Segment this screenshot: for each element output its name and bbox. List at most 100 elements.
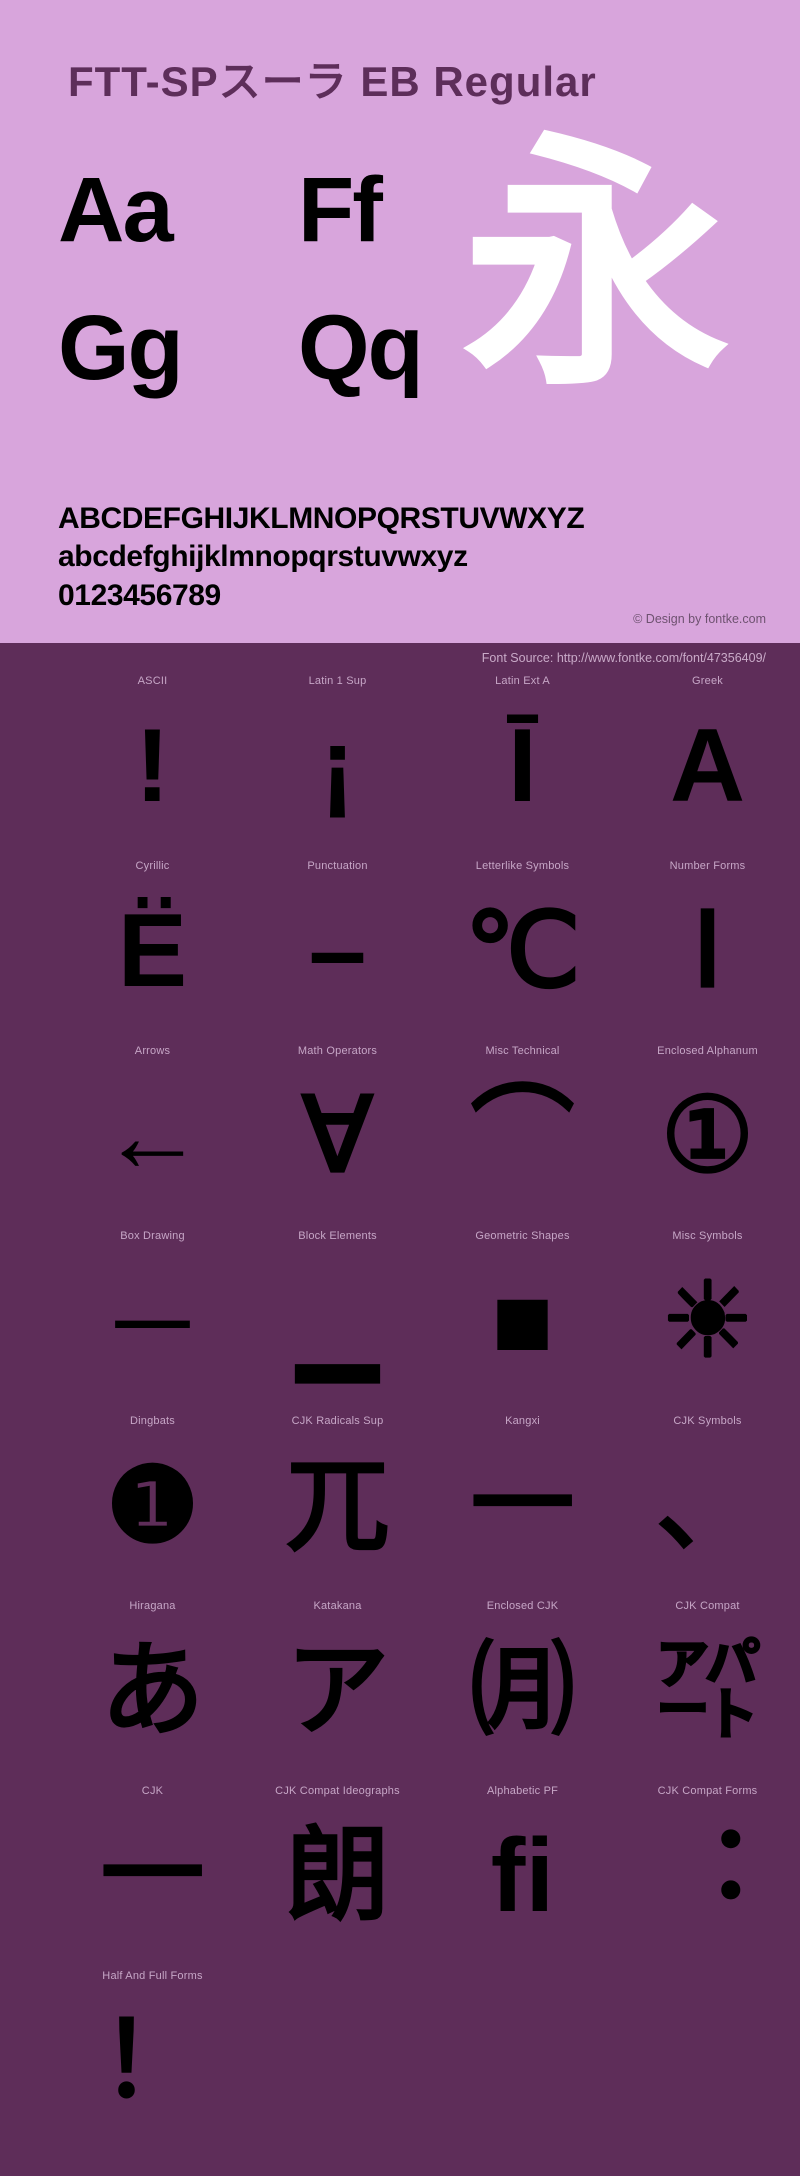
alphabet-lowercase-line: abcdefghijklmnopqrstuvwxyz xyxy=(58,540,468,574)
unicode-block-glyph: ！ xyxy=(100,2003,205,2119)
alphabet-digits-line: 0123456789 xyxy=(58,578,221,612)
unicode-block-glyph: ❶ xyxy=(105,1448,200,1564)
unicode-block-label: Block Elements xyxy=(298,1230,377,1242)
unicode-block-label: Math Operators xyxy=(297,1045,378,1057)
design-credit: © Design by fontke.com xyxy=(633,612,766,626)
unicode-block-glyph: ﬁ xyxy=(490,1818,555,1934)
unicode-block-cell[interactable]: Enclosed Alphanum ① xyxy=(615,1041,800,1226)
unicode-block-cell[interactable]: Latin 1 Sup ¡ xyxy=(245,671,430,856)
unicode-block-label: Latin Ext A xyxy=(495,675,550,687)
unicode-block-glyph: ⌒ xyxy=(470,1078,575,1194)
unicode-block-cell[interactable]: Misc Symbols ☀ xyxy=(615,1226,800,1411)
sample-glyph-gg: Gg xyxy=(58,297,184,399)
unicode-block-cell[interactable]: CJK Symbols 、 xyxy=(615,1411,800,1596)
font-title: FTT-SPスーラ EB Regular xyxy=(68,58,597,105)
unicode-block-glyph: ︓ xyxy=(655,1818,760,1934)
unicode-block-cell[interactable]: Geometric Shapes ■ xyxy=(430,1226,615,1411)
alphabet-uppercase-line: ABCDEFGHIJKLMNOPQRSTUVWXYZ xyxy=(58,502,585,535)
unicode-block-label: Number Forms xyxy=(669,860,746,872)
unicode-block-glyph: ¡ xyxy=(320,708,355,824)
unicode-block-cell[interactable]: Dingbats ❶ xyxy=(60,1411,245,1596)
unicode-block-cell[interactable]: ASCII! xyxy=(60,671,245,856)
unicode-block-row: CJK 一 CJK Compat Ideographs 朗 Alphabetic PF ﬁ… xyxy=(0,1781,800,1966)
sample-glyph-qq: Qq xyxy=(298,297,424,399)
unicode-block-cell[interactable]: Cyrillic Ё xyxy=(60,856,245,1041)
unicode-block-label: Half And Full Forms xyxy=(102,1970,203,1982)
unicode-block-label: ASCII xyxy=(137,675,168,687)
unicode-block-cell[interactable]: Punctuation – xyxy=(245,856,430,1041)
font-source-link[interactable]: Font Source: http://www.fontke.com/font/… xyxy=(482,651,766,665)
unicode-block-label: Box Drawing xyxy=(120,1230,185,1242)
unicode-block-cell[interactable]: Misc Technical ⌒ xyxy=(430,1041,615,1226)
unicode-block-label: CJK Symbols xyxy=(673,1415,742,1427)
unicode-block-cell[interactable]: Letterlike Symbols ℃ xyxy=(430,856,615,1041)
unicode-block-cell[interactable]: CJK Compat Ideographs 朗 xyxy=(245,1781,430,1966)
unicode-block-label: Alphabetic PF xyxy=(486,1785,559,1797)
unicode-block-glyph: ▁ xyxy=(297,1263,378,1379)
unicode-block-label: Hiragana xyxy=(129,1600,176,1612)
unicode-block-row: Cyrillic Ё Punctuation – Letterlike Symbols ℃… xyxy=(0,856,800,1041)
unicode-block-glyph: ☀ xyxy=(660,1263,755,1379)
unicode-block-label: Enclosed CJK xyxy=(486,1600,559,1612)
unicode-block-glyph: Α xyxy=(669,708,746,824)
unicode-block-cell[interactable]: Hiragana あ xyxy=(60,1596,245,1781)
unicode-block-cell[interactable]: CJK Compat ㌀ xyxy=(615,1596,800,1781)
unicode-block-glyph: ∀ xyxy=(301,1078,374,1194)
unicode-block-label: Greek xyxy=(692,675,723,687)
unicode-block-glyph: 、 xyxy=(655,1448,760,1564)
unicode-block-row: Box Drawing ─ Block Elements ▁ Geometric Sha… xyxy=(0,1226,800,1411)
unicode-block-cell[interactable]: Math Operators ∀ xyxy=(245,1041,430,1226)
unicode-block-glyph: ─ xyxy=(115,1263,190,1379)
unicode-block-glyph: 兀 xyxy=(285,1448,390,1564)
unicode-block-label: Latin 1 Sup xyxy=(308,675,367,687)
sample-glyph-cjk-hero: 永 xyxy=(462,116,730,416)
unicode-block-label: Misc Technical xyxy=(485,1045,560,1057)
unicode-block-row: Hiragana あ Katakana ア Enclosed CJK ㈪ CJK Compa… xyxy=(0,1596,800,1781)
unicode-block-grid: ASCII! Latin 1 Sup ¡ Latin Ext A Ī Greek Α Cyri… xyxy=(0,671,800,2151)
unicode-block-glyph: Ё xyxy=(117,893,188,1009)
unicode-block-label: Kangxi xyxy=(505,1415,540,1427)
unicode-block-cell[interactable]: Number Forms Ⅰ xyxy=(615,856,800,1041)
unicode-block-cell[interactable]: Block Elements ▁ xyxy=(245,1226,430,1411)
unicode-block-label: Letterlike Symbols xyxy=(475,860,570,872)
unicode-block-glyph: 一 xyxy=(470,1448,575,1564)
unicode-block-label: Cyrillic xyxy=(135,860,170,872)
sample-glyph-aa: Aa xyxy=(58,159,174,261)
unicode-block-glyph: Ī xyxy=(508,708,537,824)
big-sample-grid: Aa Ff Gg Qq 永 xyxy=(0,132,800,440)
specimen-header-panel: FTT-SPスーラ EB Regular Aa Ff Gg Qq 永 ABCDE… xyxy=(0,0,800,643)
unicode-block-cell[interactable]: Kangxi 一 xyxy=(430,1411,615,1596)
unicode-block-row: Arrows ← Math Operators ∀ Misc Technical ⌒ Enc… xyxy=(0,1041,800,1226)
unicode-block-label: Punctuation xyxy=(307,860,368,872)
unicode-block-cell[interactable]: CJK 一 xyxy=(60,1781,245,1966)
unicode-block-cell[interactable]: Enclosed CJK ㈪ xyxy=(430,1596,615,1781)
alphabet-specimen-block: ABCDEFGHIJKLMNOPQRSTUVWXYZ abcdefghijklm… xyxy=(58,500,758,615)
unicode-block-cell[interactable]: Arrows ← xyxy=(60,1041,245,1226)
unicode-block-label: Misc Symbols xyxy=(672,1230,743,1242)
unicode-block-cell[interactable]: Katakana ア xyxy=(245,1596,430,1781)
unicode-block-glyph: ア xyxy=(285,1633,390,1749)
unicode-block-cell[interactable]: Greek Α xyxy=(615,671,800,856)
unicode-block-cell[interactable]: CJK Radicals Sup 兀 xyxy=(245,1411,430,1596)
unicode-block-row: ASCII! Latin 1 Sup ¡ Latin Ext A Ī Greek Α xyxy=(0,671,800,856)
unicode-block-cell[interactable]: Alphabetic PF ﬁ xyxy=(430,1781,615,1966)
unicode-block-label: Katakana xyxy=(313,1600,362,1612)
unicode-block-label: CJK Compat xyxy=(675,1600,740,1612)
unicode-block-glyph: ← xyxy=(100,1078,205,1194)
unicode-block-label: CJK xyxy=(141,1785,164,1797)
unicode-block-row: Half And Full Forms ！ xyxy=(0,1966,800,2151)
unicode-block-label: Dingbats xyxy=(129,1415,175,1427)
unicode-block-glyph: ① xyxy=(660,1078,755,1194)
unicode-block-label: CJK Compat Ideographs xyxy=(275,1785,400,1797)
unicode-block-label: Arrows xyxy=(134,1045,171,1057)
unicode-block-glyph: ㌀ xyxy=(655,1633,760,1749)
unicode-block-cell[interactable]: Latin Ext A Ī xyxy=(430,671,615,856)
unicode-blocks-panel: Font Source: http://www.fontke.com/font/… xyxy=(0,643,800,2176)
unicode-block-glyph: – xyxy=(308,893,367,1009)
unicode-block-glyph: ■ xyxy=(491,1263,554,1379)
unicode-block-glyph: 一 xyxy=(100,1818,205,1934)
unicode-block-cell[interactable]: Half And Full Forms ！ xyxy=(60,1966,245,2151)
unicode-block-cell[interactable]: CJK Compat Forms ︓ xyxy=(615,1781,800,1966)
sample-glyph-ff: Ff xyxy=(298,159,383,261)
unicode-block-cell[interactable]: Box Drawing ─ xyxy=(60,1226,245,1411)
